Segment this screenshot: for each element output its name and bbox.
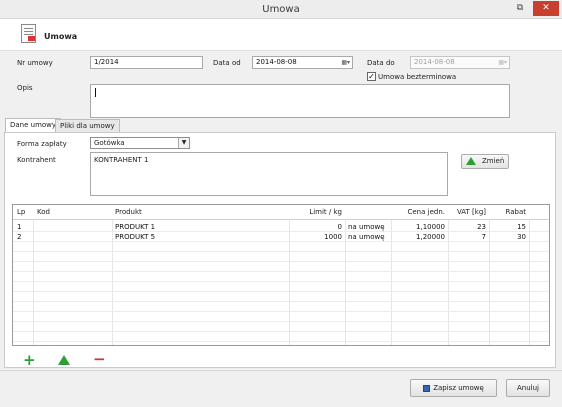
close-button[interactable]: ✕ bbox=[533, 1, 559, 16]
column-header-lp[interactable]: Lp bbox=[17, 205, 25, 220]
edit-row-icon[interactable] bbox=[58, 355, 70, 365]
calendar-dropdown-icon: ▦▾ bbox=[498, 59, 507, 66]
save-button[interactable]: Zapisz umowę bbox=[410, 379, 497, 397]
nr-umowy-label: Nr umowy bbox=[17, 59, 53, 67]
data-do-label: Data do bbox=[367, 59, 395, 67]
zmien-button[interactable]: Zmień bbox=[461, 154, 509, 169]
row-divider bbox=[13, 241, 549, 242]
data-od-value: 2014-08-08 bbox=[256, 58, 297, 66]
tab-pliki-dla-umowy[interactable]: Pliki dla umowy bbox=[55, 119, 120, 133]
row-divider bbox=[13, 301, 549, 302]
column-header-produkt[interactable]: Produkt bbox=[115, 205, 142, 220]
save-icon bbox=[423, 384, 431, 392]
row-divider bbox=[13, 321, 549, 322]
column-header-kod[interactable]: Kod bbox=[37, 205, 50, 220]
forma-zaplaty-label: Forma zapłaty bbox=[17, 140, 67, 148]
header-area bbox=[0, 19, 562, 51]
row-divider bbox=[13, 271, 549, 272]
data-do-field: 2014-08-08 ▦▾ bbox=[410, 56, 510, 69]
document-icon bbox=[21, 24, 36, 43]
add-row-icon[interactable]: + bbox=[23, 353, 36, 368]
row-divider bbox=[13, 251, 549, 252]
products-table[interactable]: Lp Kod Produkt Limit / kg Cena jedn. VAT… bbox=[12, 204, 550, 346]
calendar-dropdown-icon[interactable]: ▦▾ bbox=[337, 59, 350, 67]
column-header-rabat[interactable]: Rabat bbox=[489, 205, 526, 220]
cancel-button[interactable]: Anuluj bbox=[506, 379, 550, 397]
kontrahent-value: KONTRAHENT 1 bbox=[94, 156, 149, 164]
table-header: Lp Kod Produkt Limit / kg Cena jedn. VAT… bbox=[13, 205, 549, 220]
row-divider bbox=[13, 291, 549, 292]
forma-zaplaty-select[interactable]: Gotówka ▼ bbox=[90, 137, 190, 149]
window-menu-icon[interactable]: ⧉ bbox=[515, 3, 525, 13]
bezterminowa-label: Umowa bezterminowa bbox=[378, 73, 457, 81]
nr-umowy-field[interactable]: 1/2014 bbox=[90, 56, 203, 69]
remove-row-icon[interactable]: − bbox=[93, 352, 106, 367]
data-do-value: 2014-08-08 bbox=[414, 58, 455, 66]
row-divider bbox=[13, 261, 549, 262]
forma-zaplaty-value: Gotówka bbox=[94, 139, 125, 147]
data-od-label: Data od bbox=[213, 59, 241, 67]
opis-textarea[interactable] bbox=[90, 84, 510, 118]
column-header-vat[interactable]: VAT [kg] bbox=[448, 205, 486, 220]
row-divider bbox=[13, 311, 549, 312]
row-divider bbox=[13, 341, 549, 342]
row-divider bbox=[13, 281, 549, 282]
header-title: Umowa bbox=[44, 32, 78, 41]
bezterminowa-checkbox[interactable]: ✓ bbox=[367, 72, 376, 81]
tab-dane-umowy[interactable]: Dane umowy bbox=[5, 118, 62, 133]
row-divider bbox=[13, 231, 549, 232]
text-caret bbox=[95, 88, 96, 97]
row-divider bbox=[13, 331, 549, 332]
kontrahent-label: Kontrahent bbox=[17, 156, 56, 164]
column-header-limit[interactable]: Limit / kg bbox=[289, 205, 342, 220]
column-header-cena[interactable]: Cena jedn. bbox=[391, 205, 445, 220]
zmien-label: Zmień bbox=[481, 157, 505, 165]
window-title: Umowa bbox=[262, 4, 300, 15]
opis-label: Opis bbox=[17, 84, 33, 92]
chevron-down-icon[interactable]: ▼ bbox=[178, 138, 189, 148]
save-button-label: Zapisz umowę bbox=[433, 384, 484, 392]
triangle-up-icon bbox=[465, 157, 476, 165]
kontrahent-field[interactable]: KONTRAHENT 1 bbox=[90, 152, 448, 196]
data-od-field[interactable]: 2014-08-08 ▦▾ bbox=[252, 56, 353, 69]
